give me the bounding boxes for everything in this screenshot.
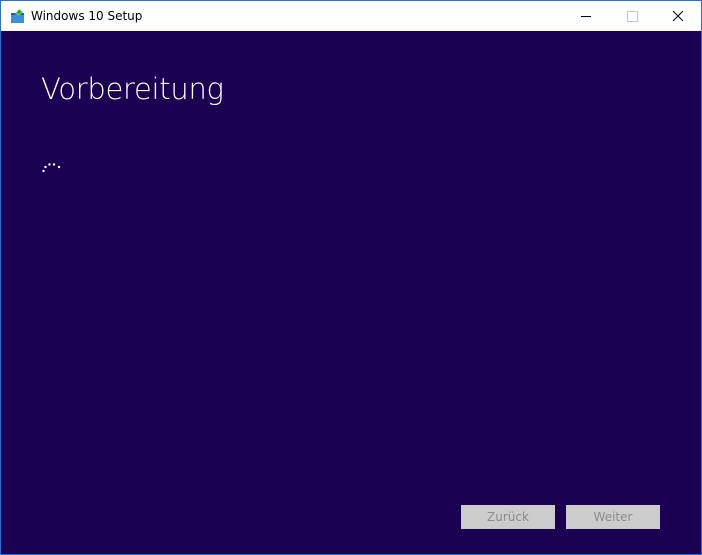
windows-setup-icon (10, 8, 26, 24)
loading-spinner-icon (41, 159, 65, 175)
minimize-button[interactable] (563, 1, 609, 31)
setup-window: Windows 10 Setup Vorbereitung Zurück Wei… (0, 0, 702, 555)
back-button[interactable]: Zurück (461, 505, 555, 529)
maximize-icon (627, 11, 638, 22)
close-icon (672, 10, 684, 22)
close-button[interactable] (655, 1, 701, 31)
page-title: Vorbereitung (41, 72, 224, 106)
minimize-icon (581, 16, 591, 17)
next-button[interactable]: Weiter (566, 505, 660, 529)
window-title: Windows 10 Setup (31, 9, 143, 23)
next-button-label: Weiter (593, 510, 633, 524)
back-button-label: Zurück (487, 510, 529, 524)
setup-content: Vorbereitung Zurück Weiter (1, 31, 701, 554)
title-bar[interactable]: Windows 10 Setup (1, 1, 701, 31)
maximize-button[interactable] (609, 1, 655, 31)
